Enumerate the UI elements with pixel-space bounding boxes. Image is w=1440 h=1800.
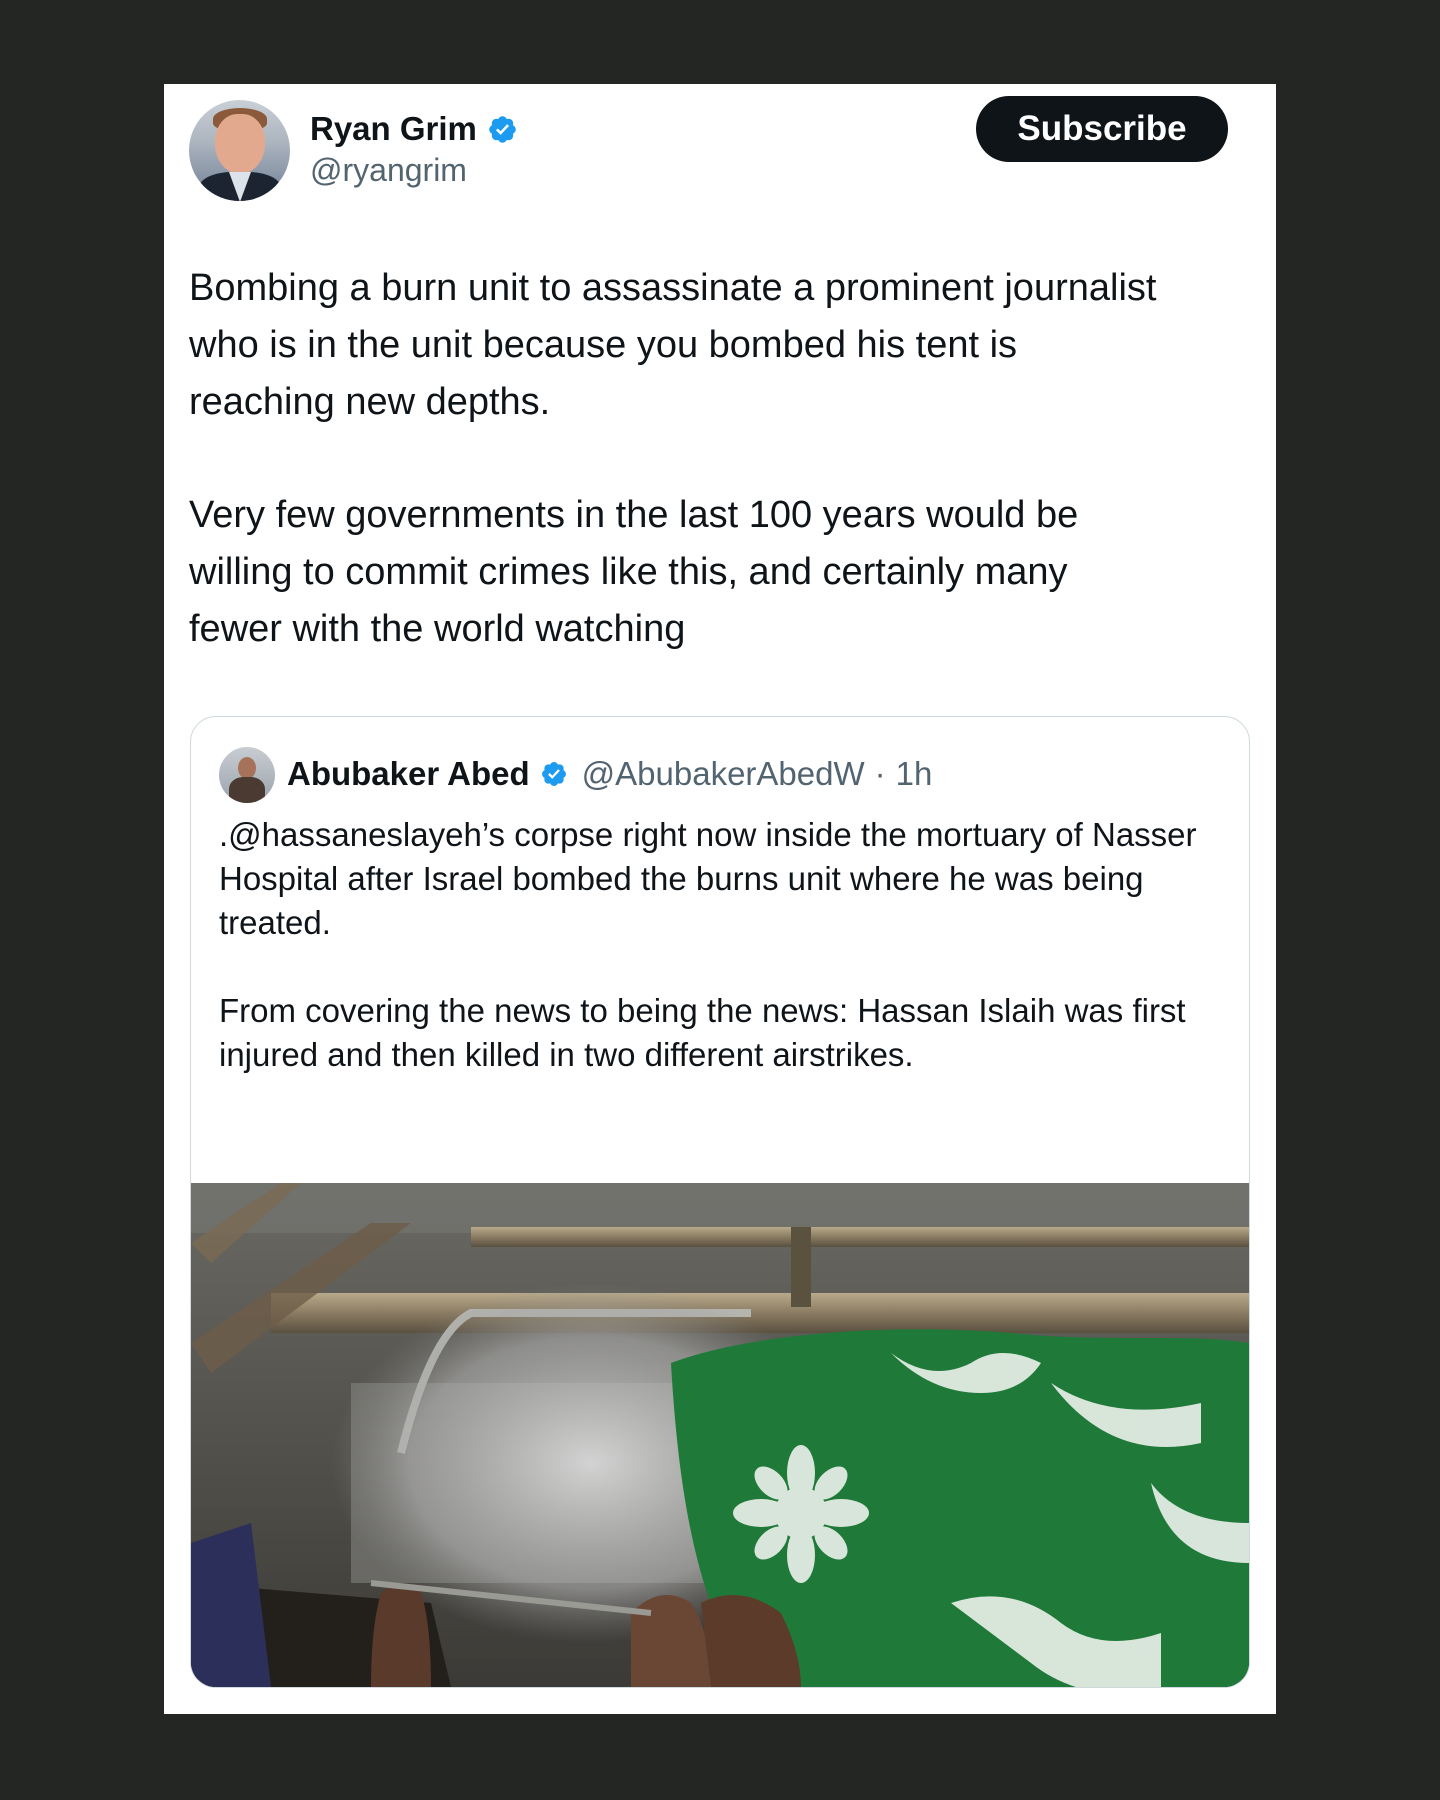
- author-name-row[interactable]: Ryan Grim: [310, 110, 518, 148]
- author-avatar[interactable]: [189, 100, 290, 201]
- quote-media-image[interactable]: [191, 1183, 1249, 1687]
- quote-author-handle[interactable]: @AbubakerAbedW: [582, 755, 865, 793]
- quote-paragraph-1: .@hassaneslayeh’s corpse right now insid…: [219, 816, 1197, 941]
- quote-timestamp[interactable]: 1h: [896, 755, 933, 793]
- quote-text: .@hassaneslayeh’s corpse right now insid…: [219, 813, 1229, 1121]
- avatar-body: [229, 777, 265, 803]
- quote-author-name[interactable]: Abubaker Abed: [287, 755, 530, 793]
- author-name[interactable]: Ryan Grim: [310, 110, 477, 148]
- verified-badge-icon: [541, 762, 566, 786]
- tweet-paragraph-2: Very few governments in the last 100 yea…: [189, 494, 1079, 650]
- tweet-card: Ryan Grim @ryangrim Subscribe Bombing a …: [164, 84, 1276, 1714]
- quoted-tweet[interactable]: Abubaker Abed @AbubakerAbedW · 1h .@hass…: [190, 716, 1250, 1688]
- subscribe-button[interactable]: Subscribe: [976, 96, 1228, 162]
- avatar-face: [238, 757, 256, 779]
- verified-badge-icon: [489, 115, 516, 143]
- mortuary-photo: [191, 1183, 1249, 1687]
- quote-separator: ·: [874, 755, 886, 792]
- tweet-paragraph-1: Bombing a burn unit to assassinate a pro…: [189, 267, 1157, 423]
- avatar-face: [215, 114, 265, 174]
- quote-author-avatar[interactable]: [219, 747, 275, 803]
- tweet-text: Bombing a burn unit to assassinate a pro…: [189, 260, 1259, 714]
- author-handle[interactable]: @ryangrim: [310, 152, 467, 189]
- quote-paragraph-2: From covering the news to being the news…: [219, 992, 1186, 1073]
- quote-header: Abubaker Abed @AbubakerAbedW · 1h: [287, 755, 932, 793]
